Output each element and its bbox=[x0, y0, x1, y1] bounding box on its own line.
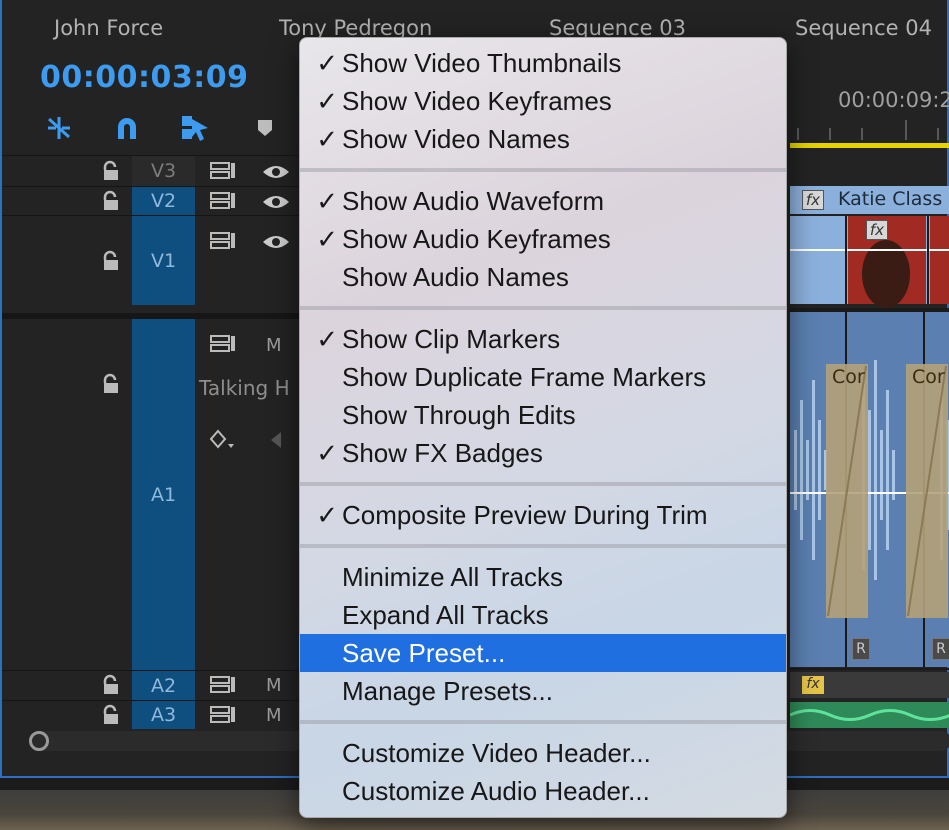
a1-clip-label: Cor bbox=[912, 366, 945, 388]
menu-separator bbox=[300, 306, 786, 310]
menu-item-show-audio-waveform[interactable]: ✓ Show Audio Waveform bbox=[300, 182, 786, 220]
menu-item-show-audio-names[interactable]: Show Audio Names bbox=[300, 258, 786, 296]
clip-graphics bbox=[790, 186, 949, 728]
checkmark-icon: ✓ bbox=[316, 437, 338, 468]
track-label-a2[interactable]: A2 bbox=[132, 671, 195, 700]
timeline-display-settings-menu: ✓ Show Video Thumbnails ✓ Show Video Keyfr… bbox=[299, 37, 787, 818]
menu-separator bbox=[300, 168, 786, 172]
menu-item-customize-audio-header[interactable]: Customize Audio Header... bbox=[300, 772, 786, 810]
clip-area: fx Katie Class fx Cor Cor R R fx bbox=[790, 150, 949, 750]
lock-icon[interactable] bbox=[100, 250, 122, 272]
checkmark-icon: ✓ bbox=[316, 223, 338, 254]
track-header-a2: A2 M bbox=[2, 670, 302, 700]
fx-badge: fx bbox=[802, 676, 824, 694]
ruler-timecode: 00:00:09:2 bbox=[838, 88, 949, 112]
nest-sequence-icon[interactable] bbox=[44, 114, 74, 142]
track-name-a1[interactable]: Talking H bbox=[199, 376, 290, 400]
sync-lock-icon[interactable] bbox=[209, 674, 237, 696]
menu-item-minimize-all-tracks[interactable]: Minimize All Tracks bbox=[300, 558, 786, 596]
track-label-a3[interactable]: A3 bbox=[132, 701, 195, 729]
menu-item-show-clip-markers[interactable]: ✓ Show Clip Markers bbox=[300, 320, 786, 358]
lock-icon[interactable] bbox=[100, 704, 122, 726]
r-badge: R bbox=[852, 638, 870, 660]
track-label-v1[interactable]: V1 bbox=[132, 216, 195, 305]
menu-item-show-audio-keyframes[interactable]: ✓ Show Audio Keyframes bbox=[300, 220, 786, 258]
tab-sequence-04[interactable]: Sequence 04 bbox=[795, 16, 932, 40]
sync-lock-icon[interactable] bbox=[209, 160, 237, 182]
v2-clip-name: Katie Class bbox=[838, 188, 943, 210]
a1-clip-label: Cor bbox=[832, 366, 865, 388]
r-badge: R bbox=[932, 638, 949, 660]
snap-magnet-icon[interactable] bbox=[112, 114, 142, 142]
track-header-v2: V2 bbox=[2, 186, 302, 215]
track-label-v2[interactable]: V2 bbox=[132, 187, 195, 215]
eye-icon[interactable] bbox=[261, 232, 291, 252]
zoom-scroll-handle[interactable] bbox=[29, 731, 49, 751]
checkmark-icon: ✓ bbox=[316, 123, 338, 154]
sync-lock-icon[interactable] bbox=[209, 704, 237, 726]
keyframe-toggle-icon[interactable] bbox=[208, 428, 238, 452]
menu-item-show-through-edits[interactable]: Show Through Edits bbox=[300, 396, 786, 434]
eye-icon[interactable] bbox=[261, 192, 291, 212]
checkmark-icon: ✓ bbox=[316, 185, 338, 216]
menu-separator bbox=[300, 720, 786, 724]
mute-button[interactable]: M bbox=[266, 675, 282, 696]
track-label-v3[interactable]: V3 bbox=[132, 156, 195, 186]
add-marker-icon[interactable] bbox=[250, 114, 280, 142]
track-header-v3: V3 bbox=[2, 155, 302, 186]
lock-icon[interactable] bbox=[100, 674, 122, 696]
menu-separator bbox=[300, 482, 786, 486]
menu-item-save-preset[interactable]: Save Preset... bbox=[300, 634, 786, 672]
time-ruler[interactable] bbox=[790, 120, 949, 140]
previous-keyframe-icon[interactable] bbox=[268, 430, 284, 450]
playhead-timecode[interactable]: 00:00:03:09 bbox=[40, 60, 248, 95]
menu-item-manage-presets[interactable]: Manage Presets... bbox=[300, 672, 786, 710]
menu-item-expand-all-tracks[interactable]: Expand All Tracks bbox=[300, 596, 786, 634]
sync-lock-icon[interactable] bbox=[209, 333, 237, 355]
eye-icon[interactable] bbox=[261, 162, 291, 182]
checkmark-icon: ✓ bbox=[316, 499, 338, 530]
fx-badge: fx bbox=[866, 220, 888, 240]
mute-button[interactable]: M bbox=[266, 335, 282, 356]
track-header-v1: V1 bbox=[2, 215, 302, 305]
sync-lock-icon[interactable] bbox=[209, 230, 237, 252]
track-header-a1: A1 M bbox=[2, 313, 302, 670]
fx-badge: fx bbox=[802, 190, 824, 210]
track-header-a3: A3 M bbox=[2, 700, 302, 729]
checkmark-icon: ✓ bbox=[316, 323, 338, 354]
checkmark-icon: ✓ bbox=[316, 47, 338, 78]
menu-item-show-video-keyframes[interactable]: ✓ Show Video Keyframes bbox=[300, 82, 786, 120]
menu-separator bbox=[300, 544, 786, 548]
tab-john-force[interactable]: John Force bbox=[54, 16, 163, 40]
lock-icon[interactable] bbox=[100, 160, 122, 182]
menu-item-customize-video-header[interactable]: Customize Video Header... bbox=[300, 734, 786, 772]
linked-selection-icon[interactable] bbox=[180, 114, 210, 142]
work-area-bar[interactable] bbox=[790, 143, 949, 148]
menu-item-composite-preview-during-trim[interactable]: ✓ Composite Preview During Trim bbox=[300, 496, 786, 534]
mute-button[interactable]: M bbox=[266, 705, 282, 726]
menu-item-show-fx-badges[interactable]: ✓ Show FX Badges bbox=[300, 434, 786, 472]
sync-lock-icon[interactable] bbox=[209, 190, 237, 212]
lock-icon[interactable] bbox=[100, 373, 122, 395]
checkmark-icon: ✓ bbox=[316, 85, 338, 116]
lock-icon[interactable] bbox=[100, 190, 122, 212]
menu-item-show-video-names[interactable]: ✓ Show Video Names bbox=[300, 120, 786, 158]
track-label-a1[interactable]: A1 bbox=[132, 319, 195, 670]
menu-item-show-video-thumbnails[interactable]: ✓ Show Video Thumbnails bbox=[300, 44, 786, 82]
menu-item-show-duplicate-frame-markers[interactable]: Show Duplicate Frame Markers bbox=[300, 358, 786, 396]
